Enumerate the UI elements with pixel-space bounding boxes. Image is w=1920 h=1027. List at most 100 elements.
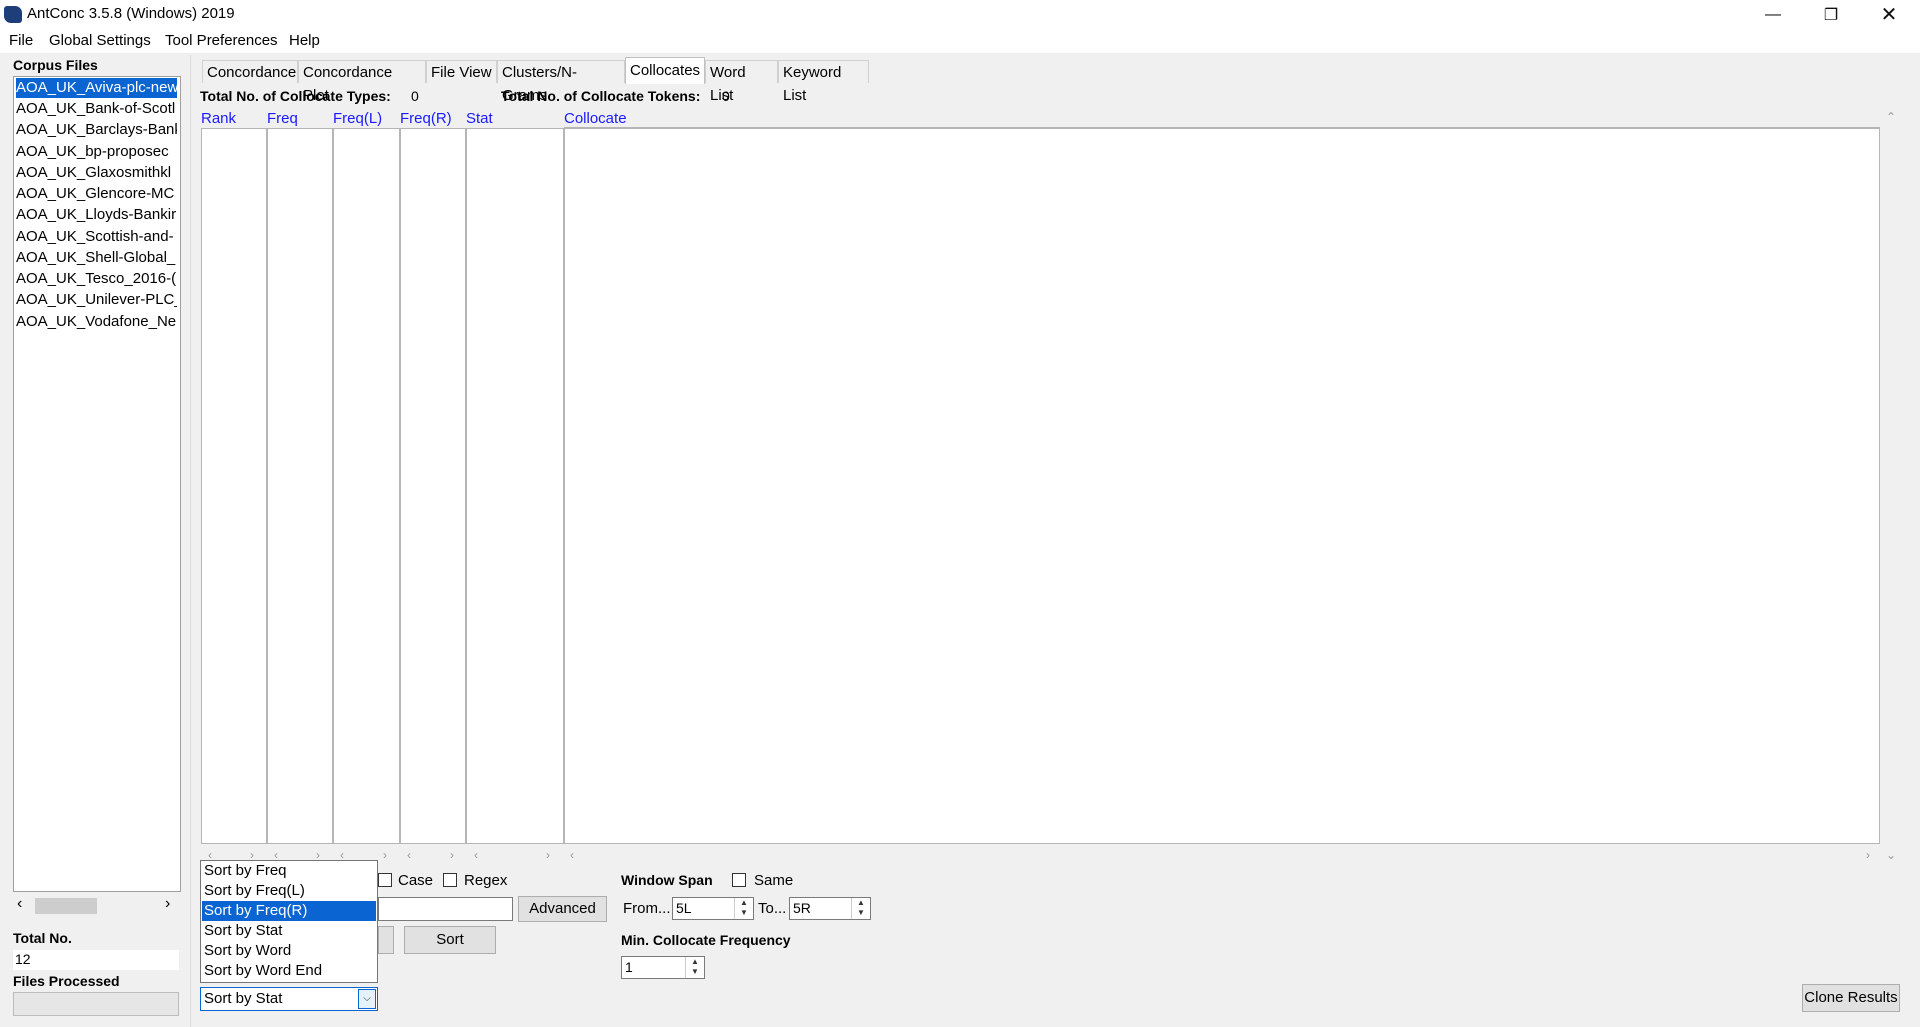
advanced-button[interactable]: Advanced (518, 896, 607, 922)
sort-option[interactable]: Sort by Stat (202, 921, 376, 941)
case-label: Case (398, 872, 434, 889)
clone-results-button[interactable]: Clone Results (1802, 984, 1900, 1012)
file-item[interactable]: AOA_UK_Aviva-plc-new (16, 78, 177, 98)
scroll-right-icon[interactable]: › (383, 848, 387, 862)
column-header-collocate[interactable]: Collocate (564, 110, 627, 127)
to-spinner[interactable]: 5R ▲ ▼ (789, 897, 871, 920)
sort-option[interactable]: Sort by Freq(L) (202, 881, 376, 901)
collocate-types-label: Total No. of Collocate Types: (200, 88, 391, 104)
scroll-left-icon[interactable]: ‹ (407, 848, 411, 862)
menu-bar: File Global Settings Tool Preferences He… (0, 29, 1920, 53)
dropdown-arrow-icon[interactable]: ⌵ (358, 989, 376, 1009)
to-value: 5R (793, 900, 811, 916)
collocate-tokens-value: 0 (722, 88, 730, 104)
scroll-left-icon[interactable]: ‹ (570, 848, 574, 862)
title-bar: AntConc 3.5.8 (Windows) 2019 — ❐ ✕ (0, 0, 1920, 29)
menu-global-settings[interactable]: Global Settings (49, 32, 151, 49)
freq-r-column[interactable] (400, 128, 466, 844)
file-item[interactable]: AOA_UK_Tesco_2016-( (16, 269, 177, 289)
files-processed-label: Files Processed (13, 973, 120, 989)
rank-column[interactable] (201, 128, 267, 844)
corpus-file-list[interactable]: AOA_UK_Aviva-plc-new AOA_UK_Bank-of-Scot… (13, 76, 181, 892)
menu-help[interactable]: Help (289, 32, 320, 49)
start-button[interactable] (378, 926, 394, 954)
column-header-stat[interactable]: Stat (466, 110, 493, 127)
column-header-freq-r[interactable]: Freq(R) (400, 110, 452, 127)
window-span-label: Window Span (621, 872, 713, 888)
scroll-left-icon[interactable]: ‹ (474, 848, 478, 862)
file-item[interactable]: AOA_UK_Lloyds-Bankir (16, 205, 177, 225)
freq-column[interactable] (267, 128, 333, 844)
sort-select-value: Sort by Stat (204, 990, 283, 1007)
file-item[interactable]: AOA_UK_Unilever-PLC_ (16, 290, 177, 310)
collocate-tokens-label: Total No. of Collocate Tokens: (501, 88, 701, 104)
sort-select[interactable]: Sort by Stat ⌵ (200, 987, 378, 1011)
spin-down-icon[interactable]: ▼ (857, 908, 865, 917)
file-item[interactable]: AOA_UK_Vodafone_Ne (16, 312, 177, 332)
stat-column[interactable] (466, 128, 564, 844)
column-header-rank[interactable]: Rank (201, 110, 236, 127)
tab-word-list[interactable]: Word List (705, 60, 778, 104)
tab-clusters-ngrams[interactable]: Clusters/N-Grams (497, 60, 625, 104)
tab-concordance[interactable]: Concordance (202, 60, 298, 83)
minimize-button[interactable]: — (1744, 0, 1802, 29)
column-header-freq-l[interactable]: Freq(L) (333, 110, 382, 127)
scroll-right-icon[interactable]: › (1866, 848, 1870, 862)
search-input[interactable] (378, 897, 513, 921)
from-spinner[interactable]: 5L ▲ ▼ (672, 897, 754, 920)
close-icon: ✕ (1880, 4, 1898, 26)
scroll-right-icon[interactable]: › (450, 848, 454, 862)
total-no-value: 12 (15, 951, 31, 967)
restore-icon: ❐ (1823, 6, 1839, 24)
restore-button[interactable]: ❐ (1802, 0, 1860, 29)
file-item[interactable]: AOA_UK_bp-proposec (16, 142, 177, 162)
scroll-up-icon[interactable]: ⌃ (1886, 110, 1896, 124)
spin-down-icon[interactable]: ▼ (691, 967, 699, 976)
min-freq-spinner[interactable]: 1 ▲ ▼ (621, 956, 705, 979)
spin-up-icon[interactable]: ▲ (857, 898, 865, 907)
tab-collocates[interactable]: Collocates (625, 57, 705, 84)
menu-tool-preferences[interactable]: Tool Preferences (165, 32, 278, 49)
file-item[interactable]: AOA_UK_Glaxosmithkl (16, 163, 177, 183)
sort-option[interactable]: Sort by Word End (202, 961, 376, 981)
to-label: To... (758, 900, 787, 917)
to-spin-buttons[interactable]: ▲ ▼ (851, 898, 870, 919)
file-item[interactable]: AOA_UK_Barclays-Bank (16, 120, 177, 140)
collocate-column[interactable] (564, 128, 1880, 844)
tab-concordance-plot[interactable]: Concordance Plot (298, 60, 426, 104)
from-spin-buttons[interactable]: ▲ ▼ (734, 898, 753, 919)
menu-file[interactable]: File (9, 32, 33, 49)
scroll-down-icon[interactable]: ⌄ (1886, 848, 1896, 862)
regex-checkbox[interactable] (443, 873, 457, 887)
sort-button[interactable]: Sort (404, 926, 496, 954)
case-checkbox[interactable] (378, 873, 392, 887)
column-header-freq[interactable]: Freq (267, 110, 298, 127)
spin-down-icon[interactable]: ▼ (740, 908, 748, 917)
sort-option-highlighted[interactable]: Sort by Freq(R) (202, 901, 376, 921)
sort-dropdown-list[interactable]: Sort by Freq Sort by Freq(L) Sort by Fre… (200, 860, 378, 983)
sort-option[interactable]: Sort by Word (202, 941, 376, 961)
file-item[interactable]: AOA_UK_Bank-of-Scotl (16, 99, 177, 119)
regex-label: Regex (464, 872, 508, 889)
scroll-right-icon[interactable]: › (546, 848, 550, 862)
window-title: AntConc 3.5.8 (Windows) 2019 (27, 5, 235, 22)
file-item[interactable]: AOA_UK_Glencore-MC (16, 184, 177, 204)
spin-up-icon[interactable]: ▲ (740, 898, 748, 907)
file-list-hscrollbar[interactable]: ‹ › (13, 894, 179, 916)
scrollbar-thumb[interactable] (35, 898, 97, 914)
file-item[interactable]: AOA_UK_Shell-Global_ (16, 248, 177, 268)
tab-keyword-list[interactable]: Keyword List (778, 60, 869, 104)
file-item[interactable]: AOA_UK_Scottish-and- (16, 227, 177, 247)
same-checkbox[interactable] (732, 873, 746, 887)
spin-up-icon[interactable]: ▲ (691, 957, 699, 966)
scroll-left-icon[interactable]: ‹ (17, 895, 22, 913)
from-value: 5L (676, 900, 692, 916)
min-freq-spin-buttons[interactable]: ▲ ▼ (685, 957, 704, 978)
close-button[interactable]: ✕ (1860, 0, 1918, 29)
freq-l-column[interactable] (333, 128, 400, 844)
scroll-right-icon[interactable]: › (165, 895, 170, 913)
sort-option[interactable]: Sort by Freq (202, 861, 376, 881)
tab-file-view[interactable]: File View (426, 60, 497, 83)
collocate-types-value: 0 (411, 88, 419, 104)
same-label: Same (754, 872, 794, 889)
